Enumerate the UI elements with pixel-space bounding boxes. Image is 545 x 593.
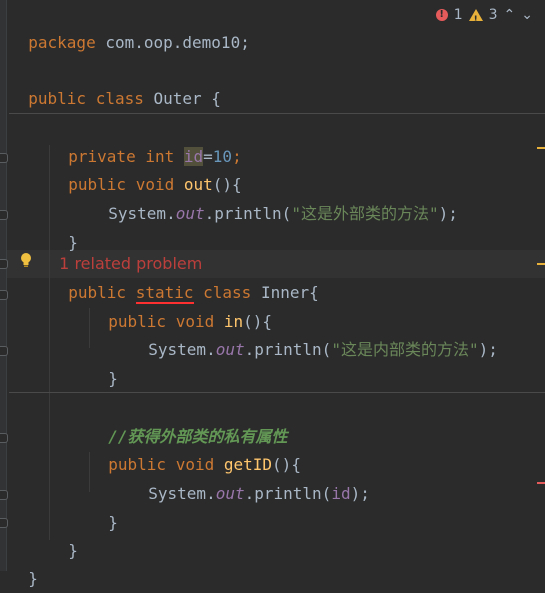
static-field: out	[215, 484, 245, 503]
code-text: );	[478, 340, 498, 359]
fold-marker[interactable]	[0, 433, 8, 443]
code-text: }	[28, 569, 38, 588]
error-stripe-marker[interactable]	[537, 482, 545, 484]
code-text: com.oop.demo10;	[95, 33, 250, 52]
fold-marker[interactable]	[0, 259, 8, 269]
warning-stripe-marker[interactable]	[537, 147, 545, 149]
code-line[interactable]: //获得外部类的私有属性	[89, 395, 287, 446]
chevron-up-icon[interactable]: ⌃	[504, 5, 516, 25]
code-line[interactable]: public void getID(){	[89, 423, 301, 474]
warning-count: 3	[488, 7, 498, 23]
code-line[interactable]: }	[89, 481, 118, 532]
code-line[interactable]: System.out.println("这是外部类的方法");	[89, 172, 458, 223]
static-field: out	[215, 340, 245, 359]
keyword: class	[95, 89, 144, 108]
keyword: public	[28, 89, 87, 108]
error-count: 1	[453, 7, 463, 23]
code-text: }	[108, 513, 118, 532]
code-line[interactable]: }	[49, 509, 78, 560]
editor-gutter	[0, 0, 7, 571]
fold-marker[interactable]	[0, 210, 8, 220]
fold-marker[interactable]	[0, 346, 8, 356]
code-text: System.	[148, 340, 216, 359]
warning-icon: !	[468, 9, 483, 25]
fold-marker[interactable]	[0, 490, 8, 500]
string-literal: "这是内部类的方法"	[331, 340, 479, 359]
string-literal: "这是外部类的方法"	[291, 204, 439, 223]
fold-marker[interactable]	[0, 153, 8, 163]
related-problem-hint[interactable]: 1 related problem	[49, 225, 202, 273]
code-text: .println(	[244, 484, 332, 503]
code-line[interactable]: public class Outer {	[9, 57, 221, 108]
code-text: }	[68, 541, 78, 560]
field-reference-error[interactable]: id	[331, 484, 350, 503]
code-text: );	[438, 204, 458, 223]
fold-marker[interactable]	[0, 518, 8, 528]
code-line[interactable]: }	[9, 537, 38, 588]
code-line[interactable]: public void out(){	[49, 143, 241, 194]
code-line[interactable]: }	[89, 337, 118, 388]
code-text: );	[350, 484, 370, 503]
method-separator	[9, 113, 545, 114]
code-line[interactable]: package com.oop.demo10;	[9, 1, 250, 52]
code-text: Outer {	[143, 89, 221, 108]
code-text: }	[108, 369, 118, 388]
code-text: System.	[108, 204, 176, 223]
static-field: out	[175, 204, 205, 223]
code-text: .println(	[204, 204, 292, 223]
inspection-status[interactable]: ! 1 ! 3 ⌃ ⌄	[435, 5, 533, 25]
code-text: .println(	[244, 340, 332, 359]
code-line[interactable]: public static class Inner{	[49, 251, 319, 304]
fold-marker[interactable]	[0, 290, 8, 300]
code-line[interactable]: System.out.println("这是内部类的方法");	[129, 308, 498, 359]
chevron-down-icon[interactable]: ⌄	[521, 5, 533, 25]
code-line[interactable]: public void in(){	[89, 280, 272, 331]
lightbulb-icon[interactable]	[20, 252, 32, 268]
keyword: package	[28, 33, 96, 52]
error-icon: !	[435, 9, 448, 21]
code-line[interactable]: System.out.println(id);	[129, 452, 370, 503]
warning-stripe-marker[interactable]	[537, 263, 545, 265]
code-text: System.	[148, 484, 216, 503]
code-line[interactable]: private int id=10;	[49, 115, 242, 166]
